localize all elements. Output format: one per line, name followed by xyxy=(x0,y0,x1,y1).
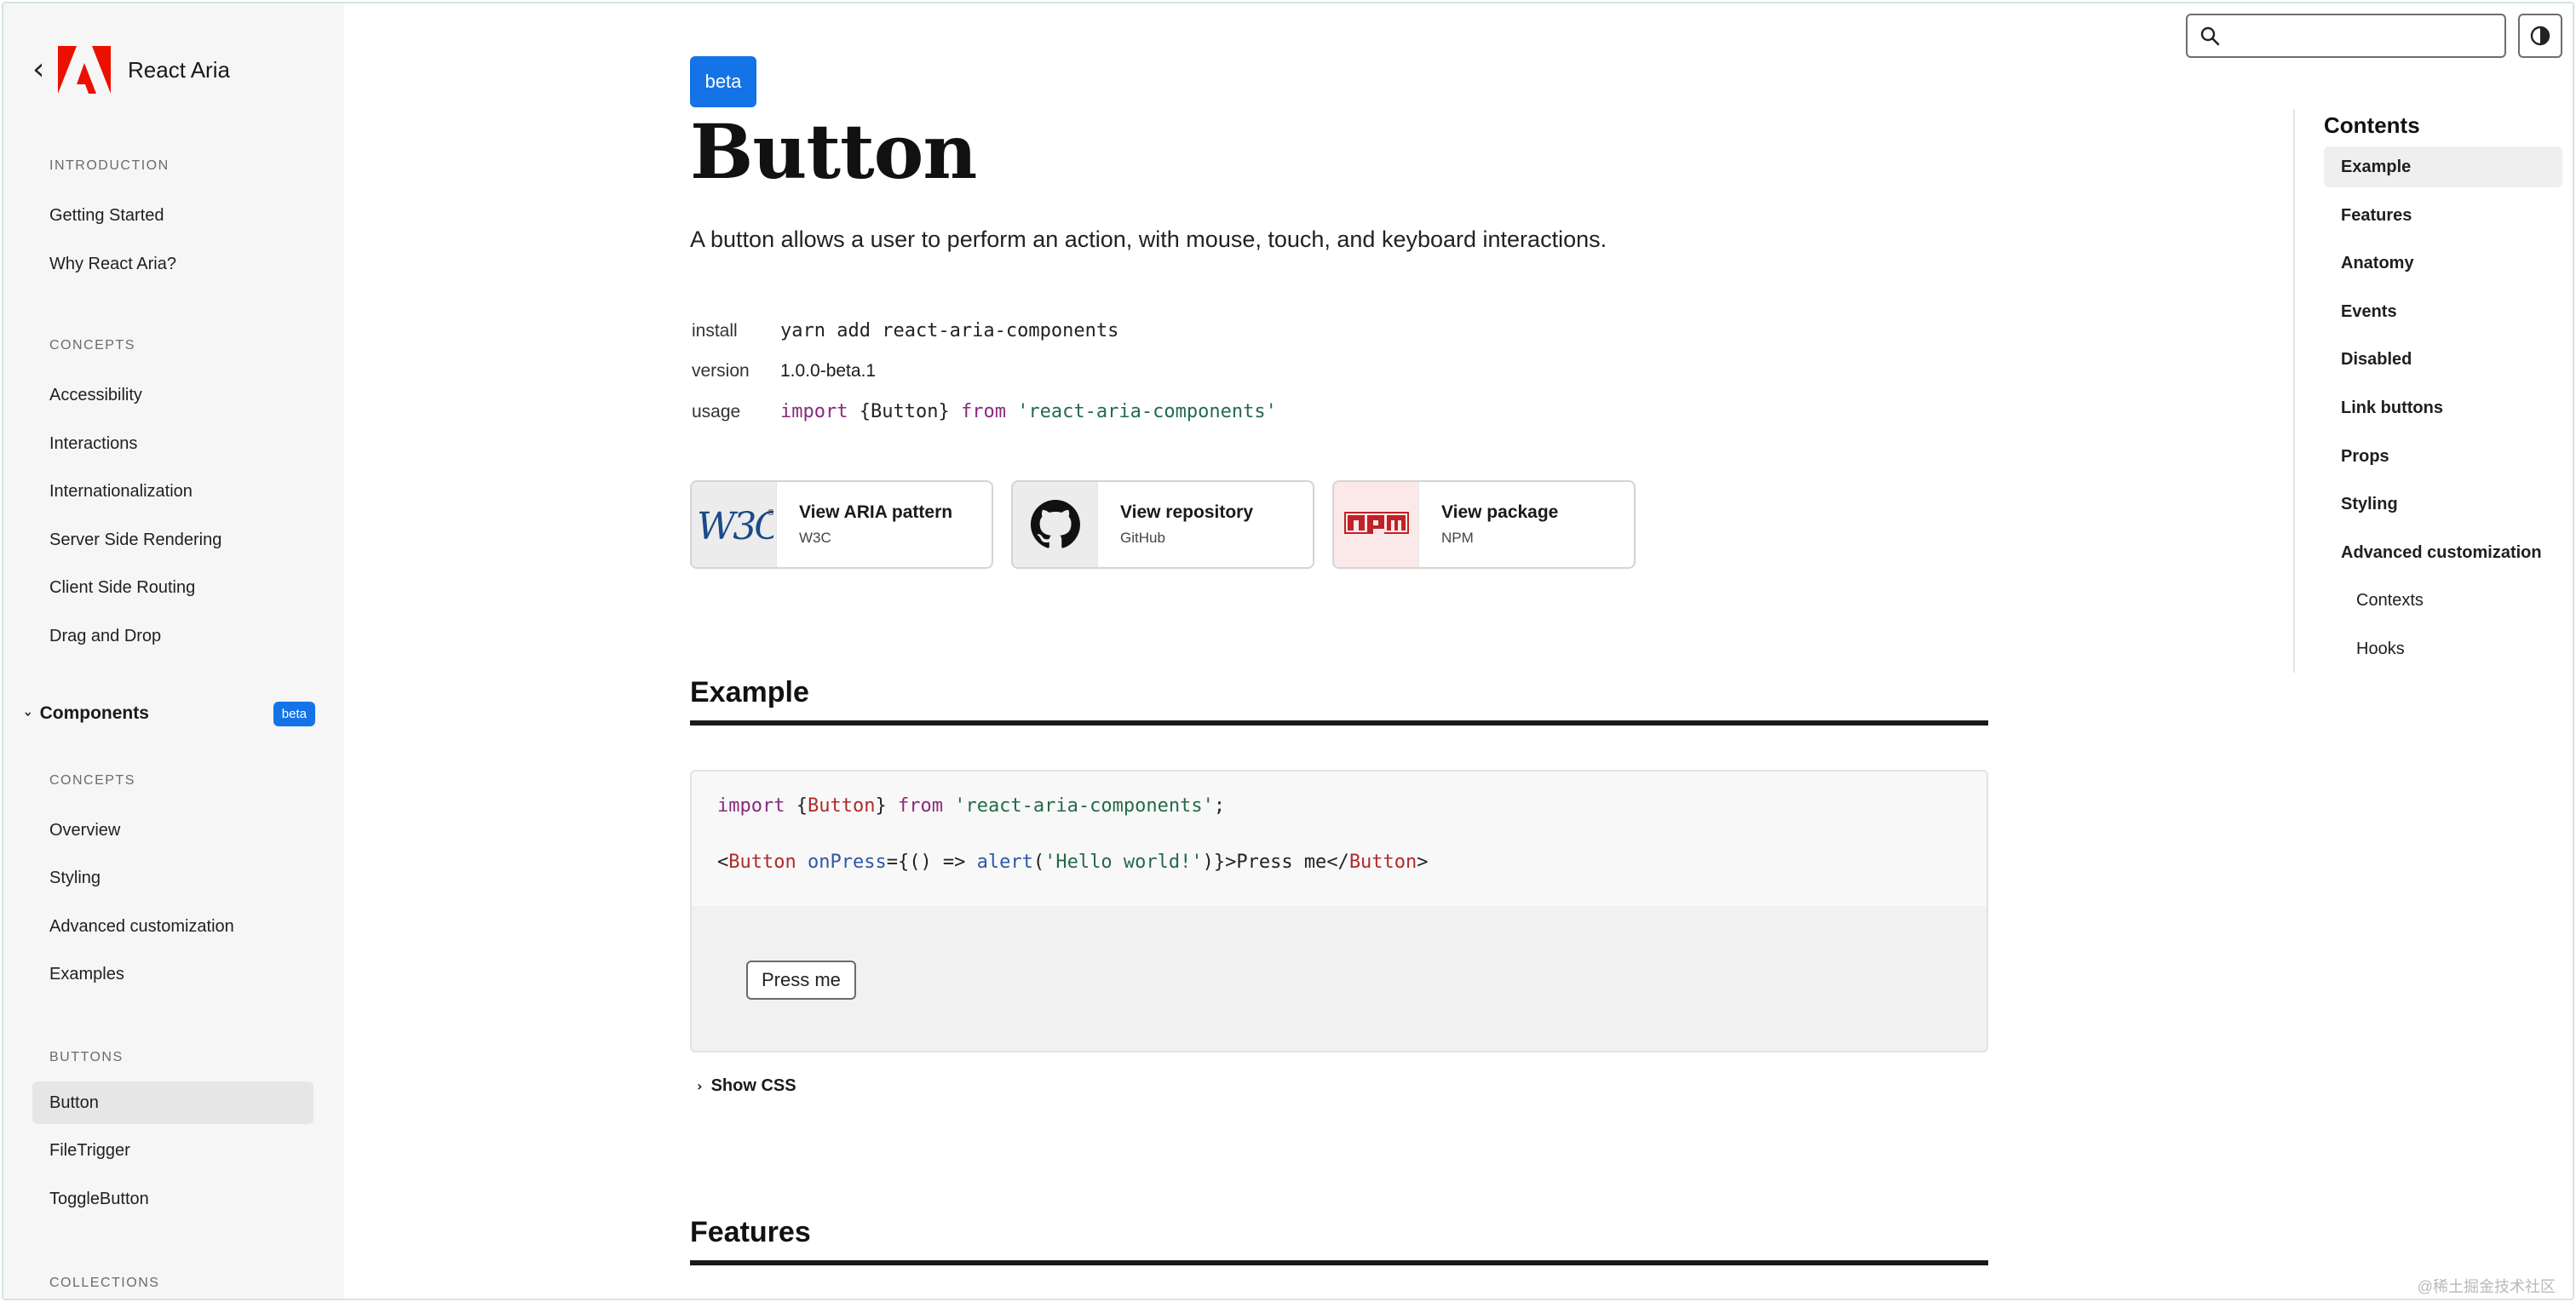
example-preview: Press me xyxy=(692,906,1987,1051)
sidebar-item-button[interactable]: Button xyxy=(32,1081,313,1124)
sidebar-item-styling[interactable]: Styling xyxy=(32,857,313,899)
link-subtitle: NPM xyxy=(1441,530,1474,546)
version-row: version 1.0.0-beta.1 xyxy=(692,361,876,381)
sidebar-group-components[interactable]: › Components beta xyxy=(20,695,315,732)
toc-item-example[interactable]: Example xyxy=(2324,146,2562,187)
toc-item-anatomy[interactable]: Anatomy xyxy=(2324,243,2562,284)
install-row: install yarn add react-aria-components xyxy=(692,320,1118,341)
adobe-logo-icon xyxy=(58,46,111,94)
toc-item-disabled[interactable]: Disabled xyxy=(2324,339,2562,380)
code-snippet[interactable]: import {Button} from 'react-aria-compone… xyxy=(692,771,1987,906)
toc-item-features[interactable]: Features xyxy=(2324,195,2562,236)
sidebar-item-togglebutton[interactable]: ToggleButton xyxy=(32,1178,313,1220)
theme-toggle-button[interactable] xyxy=(2518,14,2562,58)
section-heading-example: Example xyxy=(690,676,809,708)
nav-section-title: CONCEPTS xyxy=(49,773,135,788)
back-chevron-icon[interactable]: ‹ xyxy=(32,54,58,85)
version-label: version xyxy=(692,361,750,381)
table-of-contents: Contents Example Features Anatomy Events… xyxy=(2293,109,2562,673)
aria-pattern-link[interactable]: W3C® View ARIA pattern W3C xyxy=(690,480,993,569)
sidebar-item-overview[interactable]: Overview xyxy=(32,809,313,852)
install-command[interactable]: yarn add react-aria-components xyxy=(780,320,1118,341)
sidebar-item-getting-started[interactable]: Getting Started xyxy=(32,194,313,237)
toc-item-advanced-customization[interactable]: Advanced customization xyxy=(2324,532,2562,573)
svg-text:®: ® xyxy=(767,508,773,518)
contrast-icon xyxy=(2530,26,2550,46)
brand-name: React Aria xyxy=(128,56,230,83)
brand[interactable]: ‹ React Aria xyxy=(32,44,230,95)
link-title: View ARIA pattern xyxy=(799,502,953,522)
section-heading-features: Features xyxy=(690,1216,811,1248)
chevron-right-icon: › xyxy=(697,1078,703,1094)
press-me-button[interactable]: Press me xyxy=(746,961,856,1000)
toc-item-events[interactable]: Events xyxy=(2324,291,2562,332)
sidebar-item-internationalization[interactable]: Internationalization xyxy=(32,470,313,513)
link-title: View repository xyxy=(1120,502,1254,522)
show-css-label: Show CSS xyxy=(710,1076,796,1095)
show-css-toggle[interactable]: › Show CSS xyxy=(697,1076,796,1096)
sidebar-group-label: Components xyxy=(39,703,149,723)
sidebar-item-examples[interactable]: Examples xyxy=(32,953,313,995)
install-label: install xyxy=(692,320,738,341)
repository-link[interactable]: View repository GitHub xyxy=(1011,480,1314,569)
github-icon xyxy=(1013,482,1098,567)
link-subtitle: W3C xyxy=(799,530,831,546)
chevron-down-icon: › xyxy=(20,710,37,717)
sidebar-item-drag-and-drop[interactable]: Drag and Drop xyxy=(32,615,313,657)
sidebar-item-accessibility[interactable]: Accessibility xyxy=(32,374,313,416)
link-subtitle: GitHub xyxy=(1120,530,1165,546)
usage-row: usage import {Button} from 'react-aria-c… xyxy=(692,401,1277,422)
npm-icon xyxy=(1334,482,1419,567)
nav-section-title: INTRODUCTION xyxy=(49,158,170,173)
toc-item-props[interactable]: Props xyxy=(2324,436,2562,477)
toc-item-styling[interactable]: Styling xyxy=(2324,484,2562,525)
link-title: View package xyxy=(1441,502,1559,522)
code-line: <Button onPress={() => alert('Hello worl… xyxy=(717,852,1429,873)
toc-title: Contents xyxy=(2324,112,2420,138)
beta-badge: beta xyxy=(273,701,315,726)
search-input[interactable] xyxy=(2228,26,2484,46)
usage-label: usage xyxy=(692,401,741,422)
package-link[interactable]: View package NPM xyxy=(1332,480,1636,569)
window-frame xyxy=(2,2,2574,1300)
section-divider xyxy=(690,720,1988,726)
nav-section-title: COLLECTIONS xyxy=(49,1276,160,1290)
code-line: import {Button} from 'react-aria-compone… xyxy=(717,795,1226,817)
sidebar: ‹ React Aria INTRODUCTION Getting Starte… xyxy=(3,3,344,1299)
usage-code[interactable]: import {Button} from 'react-aria-compone… xyxy=(780,401,1277,422)
page-title: Button xyxy=(690,107,977,196)
page-description: A button allows a user to perform an act… xyxy=(690,227,1607,252)
search-field[interactable] xyxy=(2186,14,2506,58)
sidebar-item-filetrigger[interactable]: FileTrigger xyxy=(32,1129,313,1172)
sidebar-item-client-routing[interactable]: Client Side Routing xyxy=(32,566,313,609)
sidebar-item-advanced-customization[interactable]: Advanced customization xyxy=(32,905,313,948)
toc-item-link-buttons[interactable]: Link buttons xyxy=(2324,387,2562,428)
svg-text:W3C: W3C xyxy=(697,505,773,546)
nav-section-title: BUTTONS xyxy=(49,1050,124,1064)
version-value: 1.0.0-beta.1 xyxy=(780,361,877,381)
section-divider xyxy=(690,1260,1988,1265)
sidebar-item-interactions[interactable]: Interactions xyxy=(32,422,313,465)
toc-item-hooks[interactable]: Hooks xyxy=(2324,628,2562,669)
w3c-logo-icon: W3C® xyxy=(692,482,777,567)
toc-item-contexts[interactable]: Contexts xyxy=(2324,580,2562,621)
nav-section-title: CONCEPTS xyxy=(49,338,135,353)
search-icon xyxy=(2199,26,2220,46)
example-block: import {Button} from 'react-aria-compone… xyxy=(690,770,1988,1052)
sidebar-item-ssr[interactable]: Server Side Rendering xyxy=(32,519,313,561)
beta-badge: beta xyxy=(690,56,756,107)
watermark: @稀土掘金技术社区 xyxy=(2417,1278,2556,1295)
sidebar-item-why-react-aria[interactable]: Why React Aria? xyxy=(32,243,313,285)
